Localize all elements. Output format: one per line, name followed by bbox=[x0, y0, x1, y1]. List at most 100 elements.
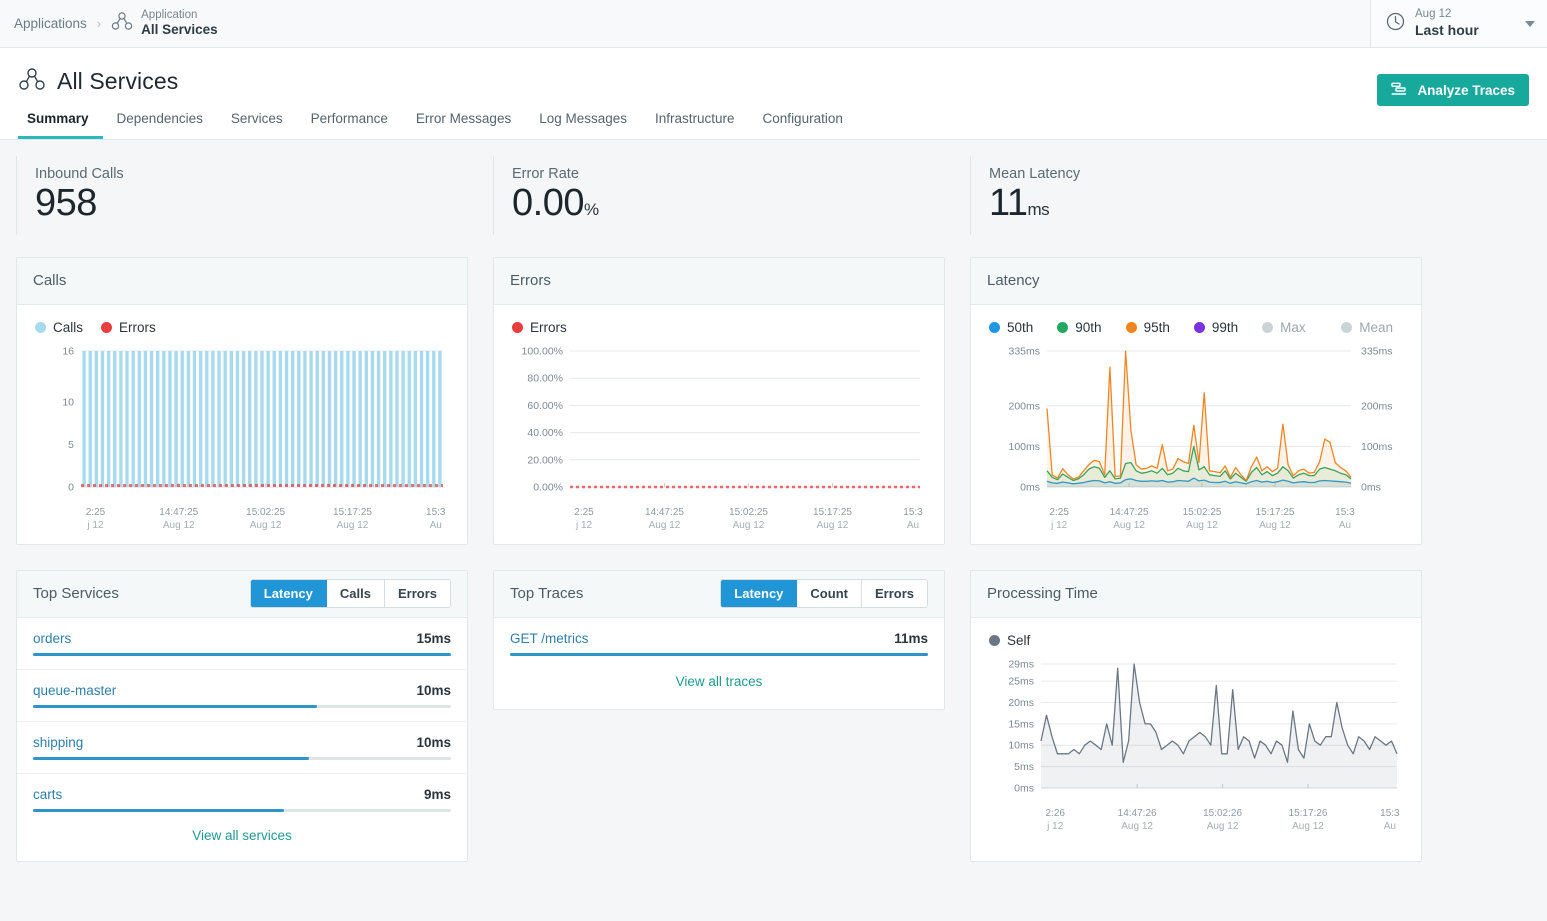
kpi-value: 11ms bbox=[989, 183, 1422, 225]
toggle-latency[interactable]: Latency bbox=[251, 580, 327, 607]
x-tick-label: 15:3Au bbox=[903, 506, 922, 533]
x-tick-label: 15:02:25Aug 12 bbox=[246, 506, 285, 533]
tab-error-messages[interactable]: Error Messages bbox=[402, 111, 525, 139]
legend-item-calls[interactable]: Calls bbox=[35, 320, 83, 335]
analyze-traces-button[interactable]: Analyze Traces bbox=[1377, 74, 1529, 106]
list-item[interactable]: shipping 10ms bbox=[17, 722, 467, 760]
errors-panel: Errors Errors 0.00%20.00%40.00%60.00%80.… bbox=[493, 257, 945, 545]
x-tick-label: 14:47:25Aug 12 bbox=[159, 506, 198, 533]
y-tick-label: 15ms bbox=[1008, 718, 1034, 730]
y-tick-label: 80.00% bbox=[527, 372, 563, 384]
legend-item-max[interactable]: Max bbox=[1262, 320, 1306, 335]
x-tick-label: 15:17:25Aug 12 bbox=[1256, 506, 1295, 533]
kpi-unit: % bbox=[584, 200, 599, 219]
panel-title: Top Traces bbox=[510, 585, 720, 602]
legend-label: Self bbox=[1007, 633, 1030, 648]
x-tick-label: 2:25j 12 bbox=[574, 506, 593, 533]
tab-performance[interactable]: Performance bbox=[297, 111, 402, 139]
list-item[interactable]: GET /metrics 11ms bbox=[494, 618, 944, 656]
trace-value: 11ms bbox=[894, 631, 928, 646]
toggle-latency[interactable]: Latency bbox=[721, 580, 797, 607]
panel-header: Latency bbox=[971, 258, 1421, 305]
kpi-row: Inbound Calls 958 Error Rate 0.00% Mean … bbox=[0, 140, 1547, 235]
y-tick-label: 29ms bbox=[1008, 658, 1034, 670]
panel-title: Processing Time bbox=[987, 585, 1405, 602]
analyze-traces-label: Analyze Traces bbox=[1417, 83, 1515, 98]
time-range-date: Aug 12 bbox=[1415, 8, 1516, 22]
panel-header: Top Traces Latency Count Errors bbox=[494, 571, 944, 618]
panel-body: Calls Errors 051016 2:25j 1214:47:25Aug … bbox=[17, 305, 467, 544]
tab-log-messages[interactable]: Log Messages bbox=[525, 111, 641, 139]
calls-chart[interactable]: 051016 bbox=[31, 343, 453, 505]
kpi-label: Mean Latency bbox=[989, 166, 1422, 182]
calls-legend: Calls Errors bbox=[31, 317, 453, 339]
latency-legend: 50th 90th 95th 99th Max bbox=[985, 317, 1407, 339]
panel-title: Latency bbox=[987, 272, 1405, 289]
toggle-errors[interactable]: Errors bbox=[862, 580, 927, 607]
list-item[interactable]: carts 9ms bbox=[17, 774, 467, 812]
list-item[interactable]: queue-master 10ms bbox=[17, 670, 467, 708]
y-tick-label: 0ms bbox=[1020, 481, 1040, 493]
y-tick-label: 200ms bbox=[1008, 400, 1040, 412]
tab-infrastructure[interactable]: Infrastructure bbox=[641, 111, 749, 139]
view-all-traces-link[interactable]: View all traces bbox=[494, 656, 944, 709]
legend-item-self[interactable]: Self bbox=[989, 633, 1030, 648]
legend-item-errors[interactable]: Errors bbox=[101, 320, 156, 335]
tab-configuration[interactable]: Configuration bbox=[749, 111, 857, 139]
kpi-label: Error Rate bbox=[512, 166, 945, 182]
y-tick-label: 0ms bbox=[1014, 782, 1034, 794]
toggle-calls[interactable]: Calls bbox=[327, 580, 385, 607]
list-item[interactable]: orders 15ms bbox=[17, 618, 467, 656]
errors-legend: Errors bbox=[508, 317, 930, 339]
panel-body: 50th 90th 95th 99th Max bbox=[971, 305, 1421, 544]
tab-summary[interactable]: Summary bbox=[18, 111, 103, 139]
breadcrumb-applications-link[interactable]: Applications bbox=[14, 16, 87, 31]
tab-services[interactable]: Services bbox=[217, 111, 297, 139]
service-link[interactable]: queue-master bbox=[33, 683, 416, 698]
legend-item-99th[interactable]: 99th bbox=[1194, 320, 1238, 335]
service-bar-track bbox=[33, 757, 451, 760]
chevron-down-icon[interactable] bbox=[1525, 21, 1535, 27]
tab-dependencies[interactable]: Dependencies bbox=[103, 111, 217, 139]
legend-dot-icon bbox=[35, 322, 46, 333]
legend-label: 95th bbox=[1144, 320, 1170, 335]
legend-item-95th[interactable]: 95th bbox=[1126, 320, 1170, 335]
service-map-icon bbox=[111, 11, 133, 36]
service-link[interactable]: orders bbox=[33, 631, 416, 646]
processing-time-x-axis: 2:26j 1214:47:26Aug 1215:02:26Aug 1215:1… bbox=[985, 807, 1407, 835]
legend-item-50th[interactable]: 50th bbox=[989, 320, 1033, 335]
legend-label: Errors bbox=[119, 320, 156, 335]
service-value: 15ms bbox=[416, 631, 451, 646]
top-traces-panel: Top Traces Latency Count Errors GET /met… bbox=[493, 570, 945, 710]
x-tick-label: 15:02:25Aug 12 bbox=[1183, 506, 1222, 533]
kpi-mean-latency: Mean Latency 11ms bbox=[970, 156, 1422, 235]
legend-label: Calls bbox=[53, 320, 83, 335]
processing-time-chart[interactable]: 0ms5ms10ms15ms20ms25ms29ms bbox=[985, 656, 1407, 806]
toggle-errors[interactable]: Errors bbox=[385, 580, 450, 607]
legend-item-mean[interactable]: Mean bbox=[1341, 320, 1393, 335]
x-tick-label: 15:3Au bbox=[426, 506, 445, 533]
trace-link[interactable]: GET /metrics bbox=[510, 631, 894, 646]
y-tick-label: 100ms bbox=[1008, 441, 1040, 453]
toggle-count[interactable]: Count bbox=[797, 580, 862, 607]
legend-dot-icon bbox=[989, 635, 1000, 646]
latency-chart[interactable]: 0ms100ms200ms335ms0ms100ms200ms335ms bbox=[985, 343, 1407, 505]
kpi-unit: ms bbox=[1027, 200, 1049, 219]
service-link[interactable]: carts bbox=[33, 787, 424, 802]
errors-chart[interactable]: 0.00%20.00%40.00%60.00%80.00%100.00% bbox=[508, 343, 930, 505]
legend-dot-icon bbox=[1126, 322, 1137, 333]
breadcrumb-current-item[interactable]: Application All Services bbox=[111, 8, 218, 39]
view-all-services-link[interactable]: View all services bbox=[17, 812, 467, 861]
x-tick-label: 15:17:25Aug 12 bbox=[813, 506, 852, 533]
legend-label: Max bbox=[1280, 320, 1306, 335]
x-tick-label: 15:3Au bbox=[1335, 506, 1354, 533]
legend-dot-icon bbox=[1057, 322, 1068, 333]
legend-item-90th[interactable]: 90th bbox=[1057, 320, 1101, 335]
time-range-picker[interactable]: Aug 12 Last hour bbox=[1370, 0, 1547, 47]
service-link[interactable]: shipping bbox=[33, 735, 416, 750]
kpi-label: Inbound Calls bbox=[35, 166, 468, 182]
legend-label: 99th bbox=[1212, 320, 1238, 335]
clock-icon bbox=[1385, 11, 1406, 37]
legend-item-errors[interactable]: Errors bbox=[512, 320, 567, 335]
y-tick-label: 0 bbox=[68, 481, 74, 493]
